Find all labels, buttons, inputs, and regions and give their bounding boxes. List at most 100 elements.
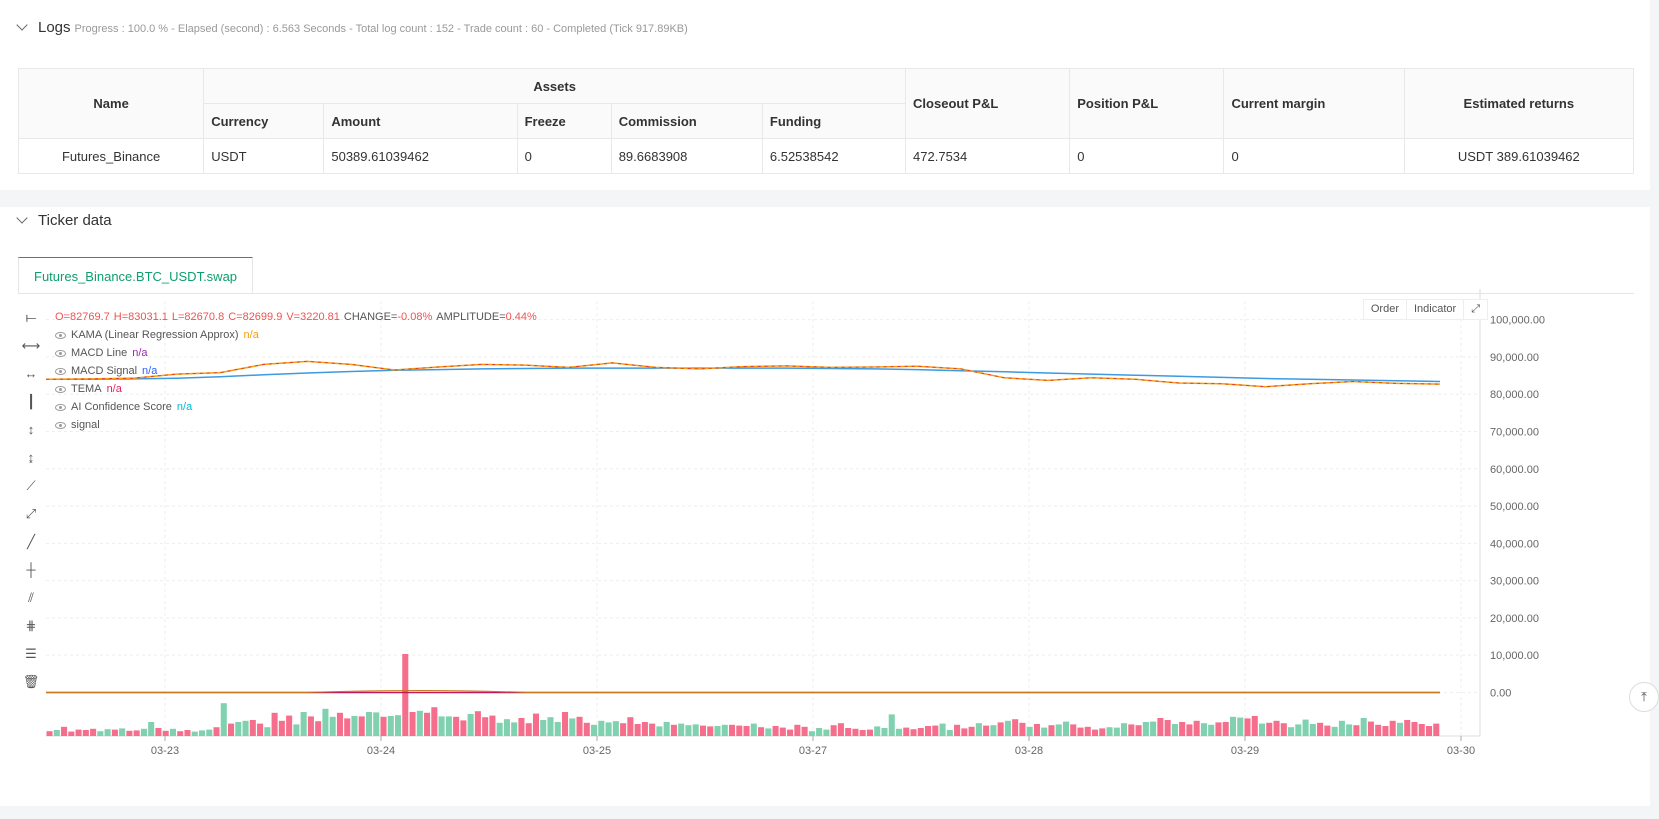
volume-bar [1193,720,1200,736]
col-freeze: Freeze [516,103,612,139]
volume-bar [1425,726,1433,736]
volume-bar [1135,725,1142,736]
eye-icon[interactable] [55,349,66,357]
legend-label: signal [71,419,100,431]
volume-bar [511,722,518,736]
x-tick-label: 03-23 [151,745,179,757]
volume-bar [561,712,569,736]
volume-bar [1142,722,1149,736]
volume-bar [910,729,917,736]
volume-bar [1288,727,1295,736]
volume-bar [532,713,540,736]
ticker-header[interactable]: Ticker data [16,212,112,229]
chevron-down-icon[interactable] [16,212,28,224]
volume-bar [750,723,757,736]
legend-item[interactable]: TEMA n/a [55,380,541,398]
volume-bar [620,723,627,736]
volume-bar [489,715,496,736]
volume-bar [126,730,133,736]
legend-item[interactable]: MACD Line n/a [55,344,541,362]
volume-bar [46,731,53,736]
volume-bar [169,728,176,736]
eye-icon[interactable] [55,385,66,393]
volume-bar [714,726,721,736]
legend-item[interactable]: signal [55,416,541,434]
volume-bar [140,728,147,736]
order-button[interactable]: Order [1364,300,1407,319]
volume-bar [1164,720,1171,736]
volume-bar [293,724,300,736]
volume-bar [104,729,111,736]
scroll-top-icon[interactable]: ⤒ [1629,682,1659,712]
volume-bar [249,720,256,736]
volume-bar [1121,723,1128,736]
volume-bar [351,716,358,736]
legend-label: MACD Line [71,347,128,359]
volume-bar [1048,725,1055,736]
ohlc-close: C=82699.9 [228,311,283,323]
volume-bar [881,728,888,736]
volume-bar [496,722,503,736]
volume-bar [1208,724,1215,736]
volume-bar [1004,720,1011,736]
volume-bar [823,729,830,736]
volume-bar [707,726,714,736]
volume-bar [365,712,373,736]
volume-bar [278,720,285,736]
eye-icon[interactable] [55,331,66,339]
volume-bar [1113,727,1120,736]
cell-returns: USDT 389.61039462 [1403,138,1635,174]
eye-icon[interactable] [55,403,66,411]
volume-bar [837,723,844,736]
volume-bar [1302,719,1309,736]
volume-bar [845,728,852,736]
volume-bar [1077,727,1084,736]
volume-bar [1244,718,1251,736]
legend-item[interactable]: KAMA (Linear Regression Approx) n/a [55,326,541,344]
volume-bar [1012,719,1019,736]
volume-bar [315,721,322,736]
legend-item[interactable]: AI Confidence Score n/a [55,398,541,416]
volume-bar [1258,723,1266,736]
logs-panel: Logs Progress : 100.0 % - Elapsed (secon… [0,0,1650,190]
col-returns: Estimated returns [1403,68,1635,139]
volume-bar [402,654,409,736]
volume-bar [743,726,750,736]
volume-bar [322,708,329,736]
volume-bar [525,723,532,736]
col-currency: Currency [203,103,325,139]
volume-bar [206,729,213,736]
volume-bar [612,721,619,736]
volume-bar [903,727,910,736]
volume-bar [1055,724,1062,736]
volume-bar [53,730,60,736]
cell-position: 0 [1069,138,1225,174]
col-name: Name [17,68,205,139]
logs-header[interactable]: Logs Progress : 100.0 % - Elapsed (secon… [16,19,688,36]
legend-item[interactable]: MACD Signal n/a [55,362,541,380]
eye-icon[interactable] [55,421,66,429]
ohlc-change-label: CHANGE= [343,311,398,323]
col-commission: Commission [610,103,763,139]
y-tick-label: 20,000.00 [1490,613,1539,625]
volume-bar [133,730,140,736]
volume-bar [1396,722,1403,736]
volume-bar [663,722,670,736]
volume-bar [692,724,699,736]
volume-bar [1157,718,1164,736]
volume-bar [1099,728,1106,736]
volume-bar [1295,724,1302,736]
chevron-down-icon[interactable] [16,19,28,31]
volume-bar [540,720,547,736]
volume-bar [1041,727,1048,736]
volume-bar [569,718,576,736]
indicator-button[interactable]: Indicator [1407,300,1465,319]
volume-bar [1433,723,1440,736]
volume-bar [257,723,264,736]
volume-bar [721,724,728,736]
volume-bar [1411,722,1418,736]
volume-bar [155,728,162,736]
eye-icon[interactable] [55,367,66,375]
cell-currency: USDT [203,138,325,174]
fullscreen-icon[interactable]: ⤢ [1464,300,1487,319]
